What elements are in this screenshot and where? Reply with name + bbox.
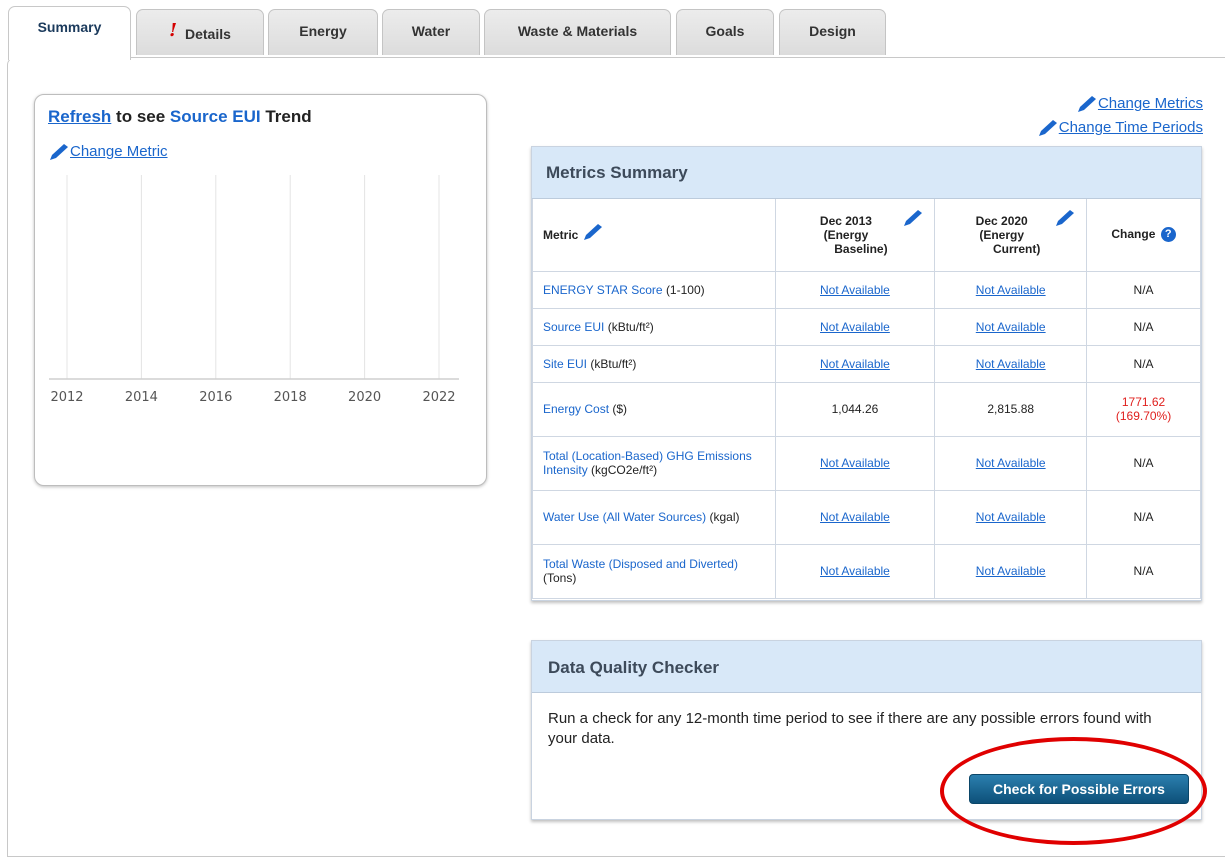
baseline-value-link[interactable]: Not Available xyxy=(820,283,890,297)
change-value: N/A xyxy=(1086,307,1201,346)
header-baseline: Dec 2013 (Energy Baseline) xyxy=(774,199,936,272)
change-value: N/A xyxy=(1086,435,1201,491)
metric-cell: Total (Location-Based) GHG Emissions Int… xyxy=(532,435,776,491)
trend-title: Refresh to see Source EUI Trend xyxy=(48,107,312,126)
table-row: Total (Location-Based) GHG Emissions Int… xyxy=(532,435,1201,491)
metric-cell: Site EUI (kBtu/ft²) xyxy=(532,344,776,383)
tab-details[interactable]: ! Details xyxy=(136,9,264,55)
metric-cell: Energy Cost ($) xyxy=(532,381,776,437)
change-value: N/A xyxy=(1086,344,1201,383)
baseline-value-link[interactable]: Not Available xyxy=(820,357,890,371)
table-row: Energy Cost ($) 1,044.26 2,815.88 1771.6… xyxy=(532,381,1201,437)
current-value-link[interactable]: Not Available xyxy=(976,510,1046,524)
tab-waste-materials[interactable]: Waste & Materials xyxy=(484,9,671,55)
baseline-value: 1,044.26 xyxy=(774,381,936,437)
trend-chart: 2012 2014 2016 2018 2020 2022 xyxy=(49,175,459,405)
baseline-value-link[interactable]: Not Available xyxy=(820,456,890,470)
warning-icon: ! xyxy=(169,20,177,41)
metric-cell: Source EUI (kBtu/ft²) xyxy=(532,307,776,346)
tab-goals[interactable]: Goals xyxy=(676,9,774,55)
table-row: Water Use (All Water Sources) (kgal) Not… xyxy=(532,489,1201,545)
x-tick-label: 2018 xyxy=(274,390,307,405)
change-value: N/A xyxy=(1086,270,1201,309)
help-icon[interactable]: ? xyxy=(1160,227,1176,243)
current-value-link[interactable]: Not Available xyxy=(976,283,1046,297)
change-time-periods-link[interactable]: Change Time Periods xyxy=(1037,116,1203,140)
pencil-icon[interactable] xyxy=(902,209,924,227)
metric-cell: Total Waste (Disposed and Diverted) (Ton… xyxy=(532,543,776,599)
current-value: 2,815.88 xyxy=(934,381,1088,437)
pencil-icon[interactable] xyxy=(582,223,604,241)
trend-card: Refresh to see Source EUI Trend Change M… xyxy=(34,94,487,486)
data-quality-checker-box: Data Quality Checker Run a check for any… xyxy=(531,640,1202,820)
x-tick-label: 2016 xyxy=(199,390,232,405)
data-quality-title: Data Quality Checker xyxy=(532,641,1201,693)
current-value-link[interactable]: Not Available xyxy=(976,456,1046,470)
trend-metric-name: Source EUI xyxy=(169,107,261,126)
check-errors-button[interactable]: Check for Possible Errors xyxy=(969,774,1189,804)
change-value: 1771.62 (169.70%) xyxy=(1086,381,1201,437)
tab-design[interactable]: Design xyxy=(779,9,886,55)
change-value: N/A xyxy=(1086,543,1201,599)
x-tick-label: 2020 xyxy=(348,390,381,405)
table-row: Total Waste (Disposed and Diverted) (Ton… xyxy=(532,543,1201,599)
pencil-icon xyxy=(50,144,68,161)
tab-summary[interactable]: Summary xyxy=(8,6,131,60)
pencil-icon xyxy=(1077,96,1096,113)
metrics-table: Metric Dec 2013 (Energy Baseline) Dec 20… xyxy=(532,199,1201,599)
current-value-link[interactable]: Not Available xyxy=(976,357,1046,371)
header-metric: Metric xyxy=(532,199,776,272)
x-tick-label: 2012 xyxy=(50,390,83,405)
current-value-link[interactable]: Not Available xyxy=(976,320,1046,334)
tab-energy[interactable]: Energy xyxy=(268,9,378,55)
table-row: Site EUI (kBtu/ft²) Not Available Not Av… xyxy=(532,344,1201,383)
table-row: ENERGY STAR Score (1-100) Not Available … xyxy=(532,270,1201,309)
change-metric-link[interactable]: Change Metric xyxy=(48,143,168,161)
data-quality-description: Run a check for any 12-month time period… xyxy=(548,710,1152,747)
metrics-summary-title: Metrics Summary xyxy=(532,147,1201,199)
top-links: Change Metrics Change Time Periods xyxy=(1037,92,1203,140)
header-current: Dec 2020 (Energy Current) xyxy=(934,199,1088,272)
x-tick-label: 2014 xyxy=(125,390,158,405)
baseline-value-link[interactable]: Not Available xyxy=(820,564,890,578)
change-metrics-link[interactable]: Change Metrics xyxy=(1037,92,1203,116)
tab-bar: Summary ! Details Energy Water Waste & Ma… xyxy=(0,0,1225,60)
table-row: Source EUI (kBtu/ft²) Not Available Not … xyxy=(532,307,1201,346)
baseline-value-link[interactable]: Not Available xyxy=(820,510,890,524)
baseline-value-link[interactable]: Not Available xyxy=(820,320,890,334)
table-header-row: Metric Dec 2013 (Energy Baseline) Dec 20… xyxy=(532,199,1201,272)
metric-cell: ENERGY STAR Score (1-100) xyxy=(532,270,776,309)
header-change: Change ? xyxy=(1086,199,1201,272)
pencil-icon[interactable] xyxy=(1054,209,1076,227)
change-value: N/A xyxy=(1086,489,1201,545)
current-value-link[interactable]: Not Available xyxy=(976,564,1046,578)
metric-cell: Water Use (All Water Sources) (kgal) xyxy=(532,489,776,545)
refresh-link[interactable]: Refresh xyxy=(48,107,111,126)
x-tick-label: 2022 xyxy=(422,390,455,405)
metrics-summary-box: Metrics Summary Metric Dec 2013 (Energy … xyxy=(531,146,1202,601)
tab-water[interactable]: Water xyxy=(382,9,480,55)
pencil-icon xyxy=(1038,120,1057,137)
